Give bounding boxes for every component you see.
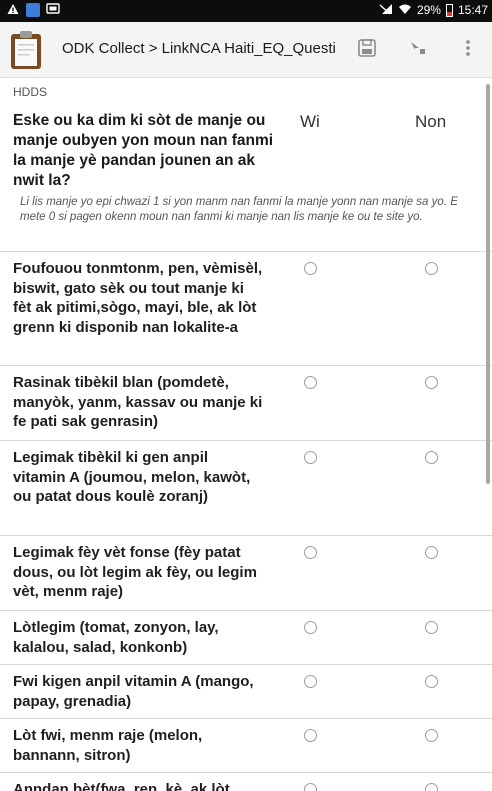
row-label: Anndan bèt(fwa, ren, kè, ak lòt (13, 781, 230, 791)
radio-yes[interactable] (304, 621, 317, 634)
row-label: Lòt fwi, menm raje (melon, bannann, sitr… (13, 727, 203, 764)
radio-no[interactable] (425, 621, 438, 634)
table-row: Anndan bèt(fwa, ren, kè, ak lòt (0, 772, 492, 791)
radio-no[interactable] (425, 376, 438, 389)
column-header-yes: Wi (300, 112, 320, 131)
table-row: Lòt fwi, menm raje (melon, bannann, sitr… (0, 718, 492, 772)
status-bar: 29% 15:47 (0, 0, 492, 22)
radio-no[interactable] (425, 546, 438, 559)
radio-no[interactable] (425, 783, 438, 791)
app-icon (26, 3, 40, 17)
radio-yes[interactable] (304, 546, 317, 559)
form-content[interactable]: HDDS Eske ou ka dim ki sòt de manje ou m… (0, 78, 492, 791)
table-row: Legimak tibèkil ki gen anpil vitamin A (… (0, 440, 492, 535)
toolbar-title: ODK Collect > LinkNCA Haiti_EQ_Questi... (62, 40, 337, 57)
radio-yes[interactable] (304, 783, 317, 791)
alert-icon (6, 3, 20, 17)
row-label: Legimak fèy vèt fonse (fèy patat dous, o… (13, 544, 257, 600)
save-button[interactable] (354, 37, 380, 63)
radio-no[interactable] (425, 729, 438, 742)
clipboard-icon (10, 30, 42, 70)
battery-percent: 29% (416, 3, 441, 17)
battery-icon (445, 3, 453, 17)
cast-icon (46, 3, 60, 17)
table-row: Legimak fèy vèt fonse (fèy patat dous, o… (0, 535, 492, 610)
table-row: Rasinak tibèkil blan (pomdetè, manyòk, y… (0, 365, 492, 440)
row-label: Legimak tibèkil ki gen anpil vitamin A (… (13, 449, 251, 505)
overflow-menu-button[interactable] (455, 37, 481, 63)
no-sim-icon (379, 3, 393, 17)
table-row: Fwi kigen anpil vitamin A (mango, papay,… (0, 664, 492, 718)
goto-icon (408, 38, 428, 63)
table-row: Foufouou tonmtonm, pen, vèmisèl, biswit,… (0, 251, 492, 365)
radio-yes[interactable] (304, 675, 317, 688)
column-header-no: Non (415, 112, 447, 131)
table-row: Lòtlegim (tomat, zonyon, lay, kalalou, s… (0, 610, 492, 664)
radio-no[interactable] (425, 262, 438, 275)
row-label: Fwi kigen anpil vitamin A (mango, papay,… (13, 673, 254, 710)
radio-no[interactable] (425, 451, 438, 464)
app-toolbar: ODK Collect > LinkNCA Haiti_EQ_Questi... (0, 22, 492, 78)
question-text: Eske ou ka dim ki sòt de manje ou manje … (13, 112, 274, 189)
radio-yes[interactable] (304, 451, 317, 464)
clock: 15:47 (457, 3, 488, 17)
wifi-icon (398, 3, 412, 17)
row-label: Foufouou tonmtonm, pen, vèmisèl, biswit,… (13, 260, 263, 336)
scrollbar[interactable] (486, 84, 490, 484)
radio-no[interactable] (425, 675, 438, 688)
radio-yes[interactable] (304, 376, 317, 389)
row-label: Lòtlegim (tomat, zonyon, lay, kalalou, s… (13, 619, 219, 656)
save-icon (357, 38, 377, 63)
radio-yes[interactable] (304, 262, 317, 275)
question-hint: Li lis manje yo epi chwazi 1 si yon manm… (20, 196, 458, 223)
row-label: Rasinak tibèkil blan (pomdetè, manyòk, y… (13, 374, 263, 430)
overflow-menu-icon (465, 38, 471, 63)
radio-yes[interactable] (304, 729, 317, 742)
goto-button[interactable] (405, 37, 431, 63)
group-label: HDDS (13, 85, 48, 99)
